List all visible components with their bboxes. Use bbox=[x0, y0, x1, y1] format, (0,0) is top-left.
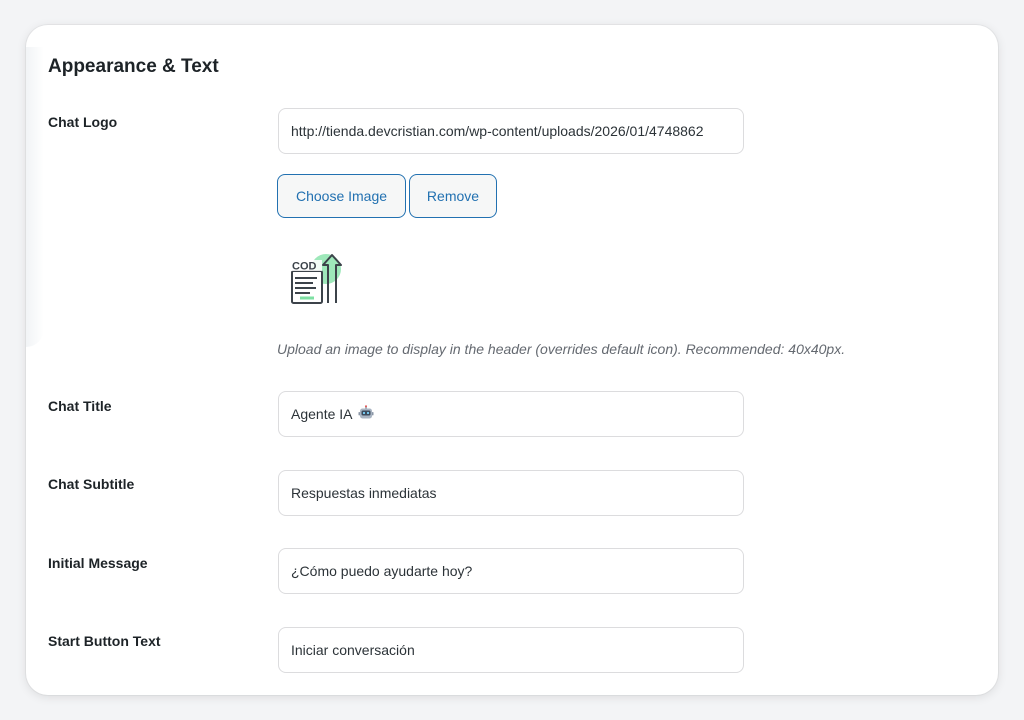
initial-message-input[interactable] bbox=[278, 548, 744, 594]
chat-subtitle-input[interactable] bbox=[278, 470, 744, 516]
chat-logo-help-text: Upload an image to display in the header… bbox=[277, 341, 846, 357]
chat-title-label: Chat Title bbox=[48, 398, 112, 414]
section-title: Appearance & Text bbox=[48, 56, 219, 77]
chat-logo-url-input[interactable] bbox=[278, 108, 744, 154]
chat-subtitle-label: Chat Subtitle bbox=[48, 476, 135, 492]
start-button-text-label: Start Button Text bbox=[48, 633, 161, 649]
choose-image-button[interactable]: Choose Image bbox=[277, 174, 406, 218]
chat-title-value: Agente IA bbox=[291, 406, 353, 422]
card-edge-decoration bbox=[26, 47, 44, 347]
logo-cod-text: COD bbox=[292, 261, 317, 273]
chat-logo-preview: COD bbox=[288, 249, 348, 309]
remove-image-button[interactable]: Remove bbox=[409, 174, 497, 218]
cod-logo-icon: COD bbox=[291, 254, 342, 304]
robot-emoji-icon bbox=[358, 394, 374, 436]
start-button-text-input[interactable] bbox=[278, 627, 744, 673]
initial-message-label: Initial Message bbox=[48, 555, 148, 571]
chat-title-input[interactable]: Agente IA bbox=[278, 391, 744, 437]
chat-logo-label: Chat Logo bbox=[48, 114, 118, 130]
settings-card: Appearance & Text Chat Logo Choose Image… bbox=[26, 25, 998, 695]
